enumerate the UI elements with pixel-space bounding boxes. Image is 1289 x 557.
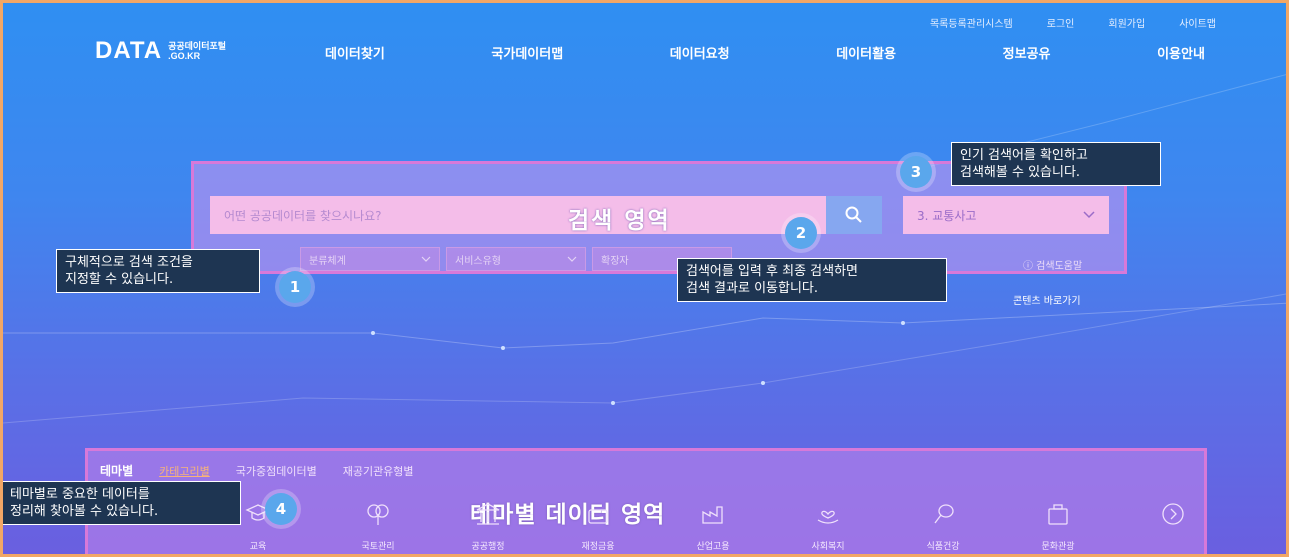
callout-1-line2: 지정할 수 있습니다. <box>65 272 174 287</box>
callout-2: 검색어를 입력 후 최종 검색하면 검색 결과로 이동합니다. <box>677 258 947 302</box>
search-help-link[interactable]: ⓘ 검색도움말 <box>1023 257 1082 272</box>
category-label: 식품건강 <box>926 542 960 552</box>
filter-service-type[interactable]: 서비스유형 <box>446 247 586 271</box>
nav-data-usage[interactable]: 데이터활용 <box>836 43 896 62</box>
category-culture-tourism[interactable]: 문화관광 <box>1013 501 1103 552</box>
tab-national-key-data[interactable]: 국가중점데이터별 <box>236 463 317 479</box>
util-link-login[interactable]: 로그인 <box>1047 15 1075 30</box>
callout-3-line2: 검색해볼 수 있습니다. <box>960 165 1081 180</box>
logo-sub: 공공데이터포털 .GO.KR <box>168 41 226 61</box>
drumstick-icon <box>934 504 954 524</box>
chevron-right-circle-icon <box>1162 503 1184 525</box>
factory-icon <box>702 506 723 524</box>
callout-3-badge: 3 <box>900 156 932 188</box>
chevron-down-icon <box>1083 211 1095 219</box>
util-link-signup[interactable]: 회원가입 <box>1108 15 1145 30</box>
callout-1-badge: 1 <box>279 271 311 303</box>
category-label: 국토관리 <box>361 542 395 552</box>
callout-3-line1: 인기 검색어를 확인하고 <box>960 148 1088 163</box>
site-logo[interactable]: DATA 공공데이터포털 .GO.KR <box>95 37 226 65</box>
search-button[interactable] <box>826 196 882 234</box>
category-food-health[interactable]: 식품건강 <box>898 501 988 552</box>
content-shortcut-link[interactable]: 콘텐츠 바로가기 <box>1013 292 1081 307</box>
category-next-button[interactable] <box>1128 501 1218 527</box>
search-placeholder: 어떤 공공데이터를 찾으시나요? <box>224 208 382 223</box>
suitcase-icon <box>1048 504 1068 525</box>
util-link-registry[interactable]: 목록등록관리시스템 <box>930 15 1013 30</box>
search-input[interactable]: 어떤 공공데이터를 찾으시나요? <box>210 196 826 234</box>
utility-nav: 목록등록관리시스템 로그인 회원가입 사이트맵 <box>930 15 1216 30</box>
nav-guide[interactable]: 이용안내 <box>1157 43 1205 62</box>
category-label: 재정금융 <box>581 542 615 552</box>
category-land[interactable]: 국토관리 <box>333 501 423 552</box>
callout-4-line1: 테마별로 중요한 데이터를 <box>10 487 150 502</box>
main-nav: 데이터찾기 국가데이터맵 데이터요청 데이터활용 정보공유 이용안내 <box>325 43 1205 62</box>
callout-2-line1: 검색어를 입력 후 최종 검색하면 <box>686 264 859 279</box>
category-label: 공공행정 <box>471 542 505 552</box>
nav-info-share[interactable]: 정보공유 <box>1003 43 1051 62</box>
coin-icon <box>588 509 608 524</box>
callout-3: 인기 검색어를 확인하고 검색해볼 수 있습니다. <box>951 142 1161 186</box>
category-welfare[interactable]: 사회복지 <box>783 501 873 552</box>
page-frame: 목록등록관리시스템 로그인 회원가입 사이트맵 DATA 공공데이터포털 .GO… <box>0 0 1289 557</box>
category-industry[interactable]: 산업고용 <box>668 501 758 552</box>
nav-data-request[interactable]: 데이터요청 <box>670 43 730 62</box>
nav-find-data[interactable]: 데이터찾기 <box>325 43 385 62</box>
tab-theme[interactable]: 테마별 <box>100 462 133 479</box>
logo-main: DATA <box>95 37 163 64</box>
callout-4-badge: 4 <box>265 493 297 525</box>
callout-1-line1: 구체적으로 검색 조건을 <box>65 255 193 270</box>
callout-1: 구체적으로 검색 조건을 지정할 수 있습니다. <box>56 249 260 293</box>
theme-tabs: 테마별 카테고리별 국가중점데이터별 재공기관유형별 <box>100 462 414 479</box>
filter-service-type-label: 서비스유형 <box>455 255 501 267</box>
search-area-label: 검색 영역 <box>568 208 671 234</box>
category-label: 사회복지 <box>811 542 845 552</box>
tab-category[interactable]: 카테고리별 <box>159 463 210 479</box>
building-icon <box>476 503 500 525</box>
util-link-sitemap[interactable]: 사이트맵 <box>1179 15 1216 30</box>
chevron-down-icon <box>567 256 577 262</box>
logo-sub-bottom: .GO.KR <box>168 51 201 61</box>
tab-provider-type[interactable]: 재공기관유형별 <box>343 463 414 479</box>
filter-extension-label: 확장자 <box>601 255 629 267</box>
category-label: 교육 <box>249 542 267 552</box>
popular-keyword-value: 3. 교통사고 <box>917 208 977 223</box>
callout-2-badge: 2 <box>785 217 817 249</box>
category-finance[interactable]: 재정금융 <box>553 501 643 552</box>
tree-icon <box>367 504 389 525</box>
callout-2-line2: 검색 결과로 이동합니다. <box>686 281 818 296</box>
heart-hand-icon <box>817 510 839 524</box>
filter-category-label: 분류체계 <box>309 255 346 267</box>
search-icon <box>845 206 862 223</box>
popular-keyword-select[interactable]: 3. 교통사고 <box>903 196 1109 234</box>
nav-national-data-map[interactable]: 국가데이터맵 <box>491 43 563 62</box>
callout-4: 테마별로 중요한 데이터를 정리해 찾아볼 수 있습니다. <box>3 481 241 525</box>
filter-category[interactable]: 분류체계 <box>300 247 440 271</box>
chevron-down-icon <box>421 256 431 262</box>
category-public-admin[interactable]: 공공행정 <box>443 501 533 552</box>
callout-4-line2: 정리해 찾아볼 수 있습니다. <box>10 504 159 519</box>
category-label: 문화관광 <box>1041 542 1075 552</box>
category-label: 산업고용 <box>696 542 730 552</box>
logo-sub-top: 공공데이터포털 <box>168 41 227 51</box>
